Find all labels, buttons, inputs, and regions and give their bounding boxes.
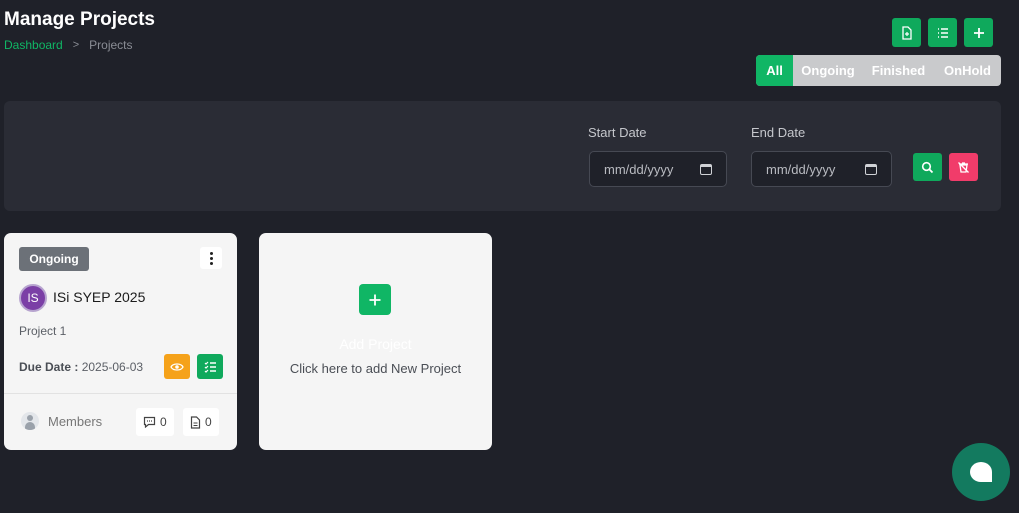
- chat-button[interactable]: [952, 443, 1010, 501]
- end-date-value: mm/dd/yyyy: [766, 161, 836, 177]
- breadcrumb-dashboard-link[interactable]: Dashboard: [4, 38, 63, 52]
- tab-finished[interactable]: Finished: [863, 55, 934, 86]
- more-options-icon[interactable]: [200, 247, 222, 269]
- trash-off-icon: [958, 161, 969, 173]
- list-view-icon: [937, 27, 948, 38]
- start-date-label: Start Date: [588, 125, 647, 140]
- date-filter-panel: Start Date mm/dd/yyyy End Date mm/dd/yyy…: [4, 101, 1001, 211]
- members-label: Members: [48, 413, 103, 429]
- view-project-button[interactable]: [164, 354, 190, 379]
- tab-all[interactable]: All: [756, 55, 793, 86]
- top-actions: [892, 18, 993, 47]
- eye-icon: [170, 362, 184, 371]
- file-icon: [190, 415, 201, 429]
- project-name[interactable]: ISi SYEP 2025: [53, 289, 145, 305]
- tasks-button[interactable]: [197, 354, 223, 379]
- status-badge: Ongoing: [19, 247, 89, 271]
- add-project-title: Add Project: [339, 336, 412, 352]
- files-count[interactable]: 0: [183, 408, 219, 436]
- project-description: Project 1: [19, 324, 67, 338]
- page-title: Manage Projects: [4, 9, 155, 30]
- end-date-input[interactable]: mm/dd/yyyy: [751, 151, 892, 187]
- breadcrumb-current: Projects: [89, 38, 133, 52]
- due-date-value: 2025-06-03: [81, 360, 144, 374]
- search-icon: [921, 161, 934, 173]
- members: Members: [21, 412, 102, 430]
- user-icon: [21, 412, 39, 430]
- add-project-button[interactable]: [964, 18, 993, 47]
- breadcrumb: Dashboard > Projects: [4, 38, 133, 52]
- status-filter-tabs: All Ongoing Finished OnHold: [756, 55, 1001, 86]
- due-date-label: Due Date :: [19, 360, 79, 374]
- card-divider: [4, 393, 237, 394]
- comment-icon: [143, 416, 156, 428]
- tab-onhold[interactable]: OnHold: [934, 55, 1001, 86]
- tab-ongoing[interactable]: Ongoing: [793, 55, 863, 86]
- add-project-card[interactable]: Add Project Click here to add New Projec…: [259, 233, 492, 450]
- calendar-icon[interactable]: [865, 163, 877, 175]
- search-button[interactable]: [913, 153, 942, 181]
- due-date: Due Date : 2025-06-03: [19, 360, 143, 374]
- start-date-value: mm/dd/yyyy: [604, 161, 674, 177]
- calendar-icon[interactable]: [700, 163, 712, 175]
- plus-icon: [973, 27, 984, 38]
- export-file-icon: [901, 25, 912, 40]
- chat-bubble-icon: [970, 462, 992, 482]
- end-date-label: End Date: [751, 125, 806, 140]
- list-view-button[interactable]: [928, 18, 957, 47]
- project-card[interactable]: Ongoing IS ISi SYEP 2025 Project 1 Due D…: [4, 233, 237, 450]
- task-list-icon: [204, 361, 216, 373]
- comments-count-value: 0: [160, 415, 167, 429]
- comments-count[interactable]: 0: [136, 408, 174, 436]
- clear-filter-button[interactable]: [949, 153, 978, 181]
- export-button[interactable]: [892, 18, 921, 47]
- avatar: IS: [19, 284, 47, 312]
- plus-icon[interactable]: [359, 284, 391, 315]
- files-count-value: 0: [205, 415, 212, 429]
- chevron-right-icon: >: [72, 39, 80, 51]
- start-date-input[interactable]: mm/dd/yyyy: [589, 151, 727, 187]
- add-project-subtitle: Click here to add New Project: [289, 361, 462, 376]
